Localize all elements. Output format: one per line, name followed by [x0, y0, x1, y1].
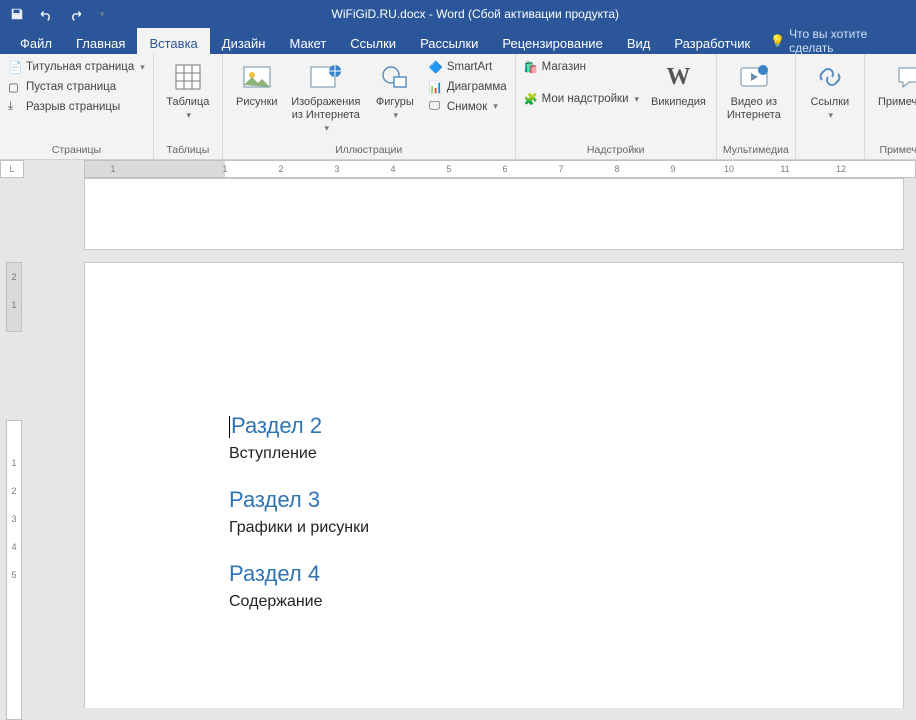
online-pictures-button[interactable]: Изображенияиз Интернета — [285, 58, 367, 137]
group-illustrations-label: Иллюстрации — [229, 142, 509, 159]
store-icon: 🛍️ — [524, 60, 538, 74]
tab-developer[interactable]: Разработчик — [662, 28, 762, 54]
comment-icon — [895, 60, 916, 94]
workspace: 2 1 1 2 3 4 5 Раздел 2 Вступление Раздел… — [0, 178, 916, 708]
wikipedia-button[interactable]: W Википедия — [647, 58, 710, 111]
group-comments: Примечание Примечания — [865, 54, 916, 159]
vertical-ruler-main[interactable]: 1 2 3 4 5 — [6, 420, 22, 720]
screenshot-button[interactable]: 🖵Снимок — [427, 98, 509, 115]
group-links-label — [802, 142, 858, 159]
links-button[interactable]: Ссылки — [802, 58, 858, 124]
group-pages: 📄Титульная страница ▢Пустая страница ⤓Ра… — [0, 54, 154, 159]
qat-customize-icon[interactable] — [98, 9, 105, 20]
tab-review[interactable]: Рецензирование — [490, 28, 614, 54]
group-illustrations: Рисунки Изображенияиз Интернета Фигуры 🔷… — [223, 54, 516, 159]
chart-icon: 📊 — [429, 80, 443, 94]
group-tables: Таблица Таблицы — [154, 54, 223, 159]
tab-references[interactable]: Ссылки — [338, 28, 408, 54]
tab-design[interactable]: Дизайн — [210, 28, 278, 54]
group-addins: 🛍️Магазин 🧩Мои надстройки W Википедия На… — [516, 54, 717, 159]
online-pictures-icon — [309, 60, 343, 94]
window-title: WiFiGiD.RU.docx - Word (Сбой активации п… — [115, 7, 836, 21]
heading-3[interactable]: Раздел 4 — [229, 561, 903, 587]
tab-file[interactable]: Файл — [8, 28, 64, 54]
link-icon — [816, 60, 844, 94]
addins-icon: 🧩 — [524, 92, 538, 106]
ribbon-tabs: Файл Главная Вставка Дизайн Макет Ссылки… — [0, 28, 916, 54]
previous-page-bottom — [84, 178, 904, 250]
chart-button[interactable]: 📊Диаграмма — [427, 78, 509, 96]
ribbon: 📄Титульная страница ▢Пустая страница ⤓Ра… — [0, 54, 916, 160]
shapes-button[interactable]: Фигуры — [367, 58, 423, 124]
tab-insert[interactable]: Вставка — [137, 28, 209, 54]
cover-page-button[interactable]: 📄Титульная страница — [6, 58, 147, 76]
store-button[interactable]: 🛍️Магазин — [522, 58, 641, 76]
table-icon — [173, 60, 203, 94]
body-1[interactable]: Вступление — [229, 445, 903, 463]
group-addins-label: Надстройки — [522, 142, 710, 159]
heading-1[interactable]: Раздел 2 — [229, 413, 903, 439]
redo-icon[interactable] — [68, 7, 84, 21]
tell-me-search[interactable]: 💡 Что вы хотите сделать — [762, 28, 916, 54]
save-icon[interactable] — [10, 7, 24, 21]
page-break-icon: ⤓ — [8, 100, 22, 113]
shapes-icon — [380, 60, 410, 94]
blank-page-button[interactable]: ▢Пустая страница — [6, 78, 147, 96]
tab-layout[interactable]: Макет — [277, 28, 338, 54]
horizontal-ruler[interactable]: 1 1 2 3 4 5 6 7 8 9 10 11 12 — [84, 160, 916, 178]
heading-2[interactable]: Раздел 3 — [229, 487, 903, 513]
document-page[interactable]: Раздел 2 Вступление Раздел 3 Графики и р… — [84, 262, 904, 708]
wikipedia-icon: W — [666, 60, 690, 94]
body-3[interactable]: Содержание — [229, 593, 903, 611]
smartart-button[interactable]: 🔷SmartArt — [427, 58, 509, 76]
quick-access-toolbar — [0, 7, 115, 21]
lightbulb-icon: 💡 — [770, 34, 785, 48]
smartart-icon: 🔷 — [429, 60, 443, 74]
screenshot-icon: 🖵 — [429, 100, 443, 113]
online-video-button[interactable]: Видео изИнтернета — [723, 58, 785, 124]
page-break-button[interactable]: ⤓Разрыв страницы — [6, 98, 147, 115]
tab-mailings[interactable]: Рассылки — [408, 28, 490, 54]
tab-home[interactable]: Главная — [64, 28, 137, 54]
ruler-corner: L — [0, 160, 24, 178]
comment-button[interactable]: Примечание — [871, 58, 916, 111]
group-links: Ссылки — [796, 54, 865, 159]
cover-page-icon: 📄 — [8, 60, 22, 74]
my-addins-button[interactable]: 🧩Мои надстройки — [522, 90, 641, 108]
group-media-label: Мультимедиа — [723, 142, 789, 159]
title-bar: WiFiGiD.RU.docx - Word (Сбой активации п… — [0, 0, 916, 28]
vertical-ruler-top[interactable]: 2 1 — [6, 262, 22, 332]
group-pages-label: Страницы — [6, 142, 147, 159]
blank-page-icon: ▢ — [8, 80, 22, 94]
document-area[interactable]: Раздел 2 Вступление Раздел 3 Графики и р… — [24, 178, 916, 708]
undo-icon[interactable] — [38, 7, 54, 21]
video-icon — [739, 60, 769, 94]
group-comments-label: Примечания — [871, 142, 916, 159]
group-tables-label: Таблицы — [160, 142, 216, 159]
horizontal-ruler-area: L 1 1 2 3 4 5 6 7 8 9 10 11 12 — [0, 160, 916, 178]
group-media: Видео изИнтернета Мультимедиа — [717, 54, 796, 159]
tab-view[interactable]: Вид — [615, 28, 663, 54]
vertical-ruler-column: 2 1 1 2 3 4 5 — [0, 178, 24, 708]
table-button[interactable]: Таблица — [160, 58, 216, 124]
pictures-icon — [242, 60, 272, 94]
body-2[interactable]: Графики и рисунки — [229, 519, 903, 537]
tell-me-label: Что вы хотите сделать — [789, 27, 908, 55]
pictures-button[interactable]: Рисунки — [229, 58, 285, 111]
